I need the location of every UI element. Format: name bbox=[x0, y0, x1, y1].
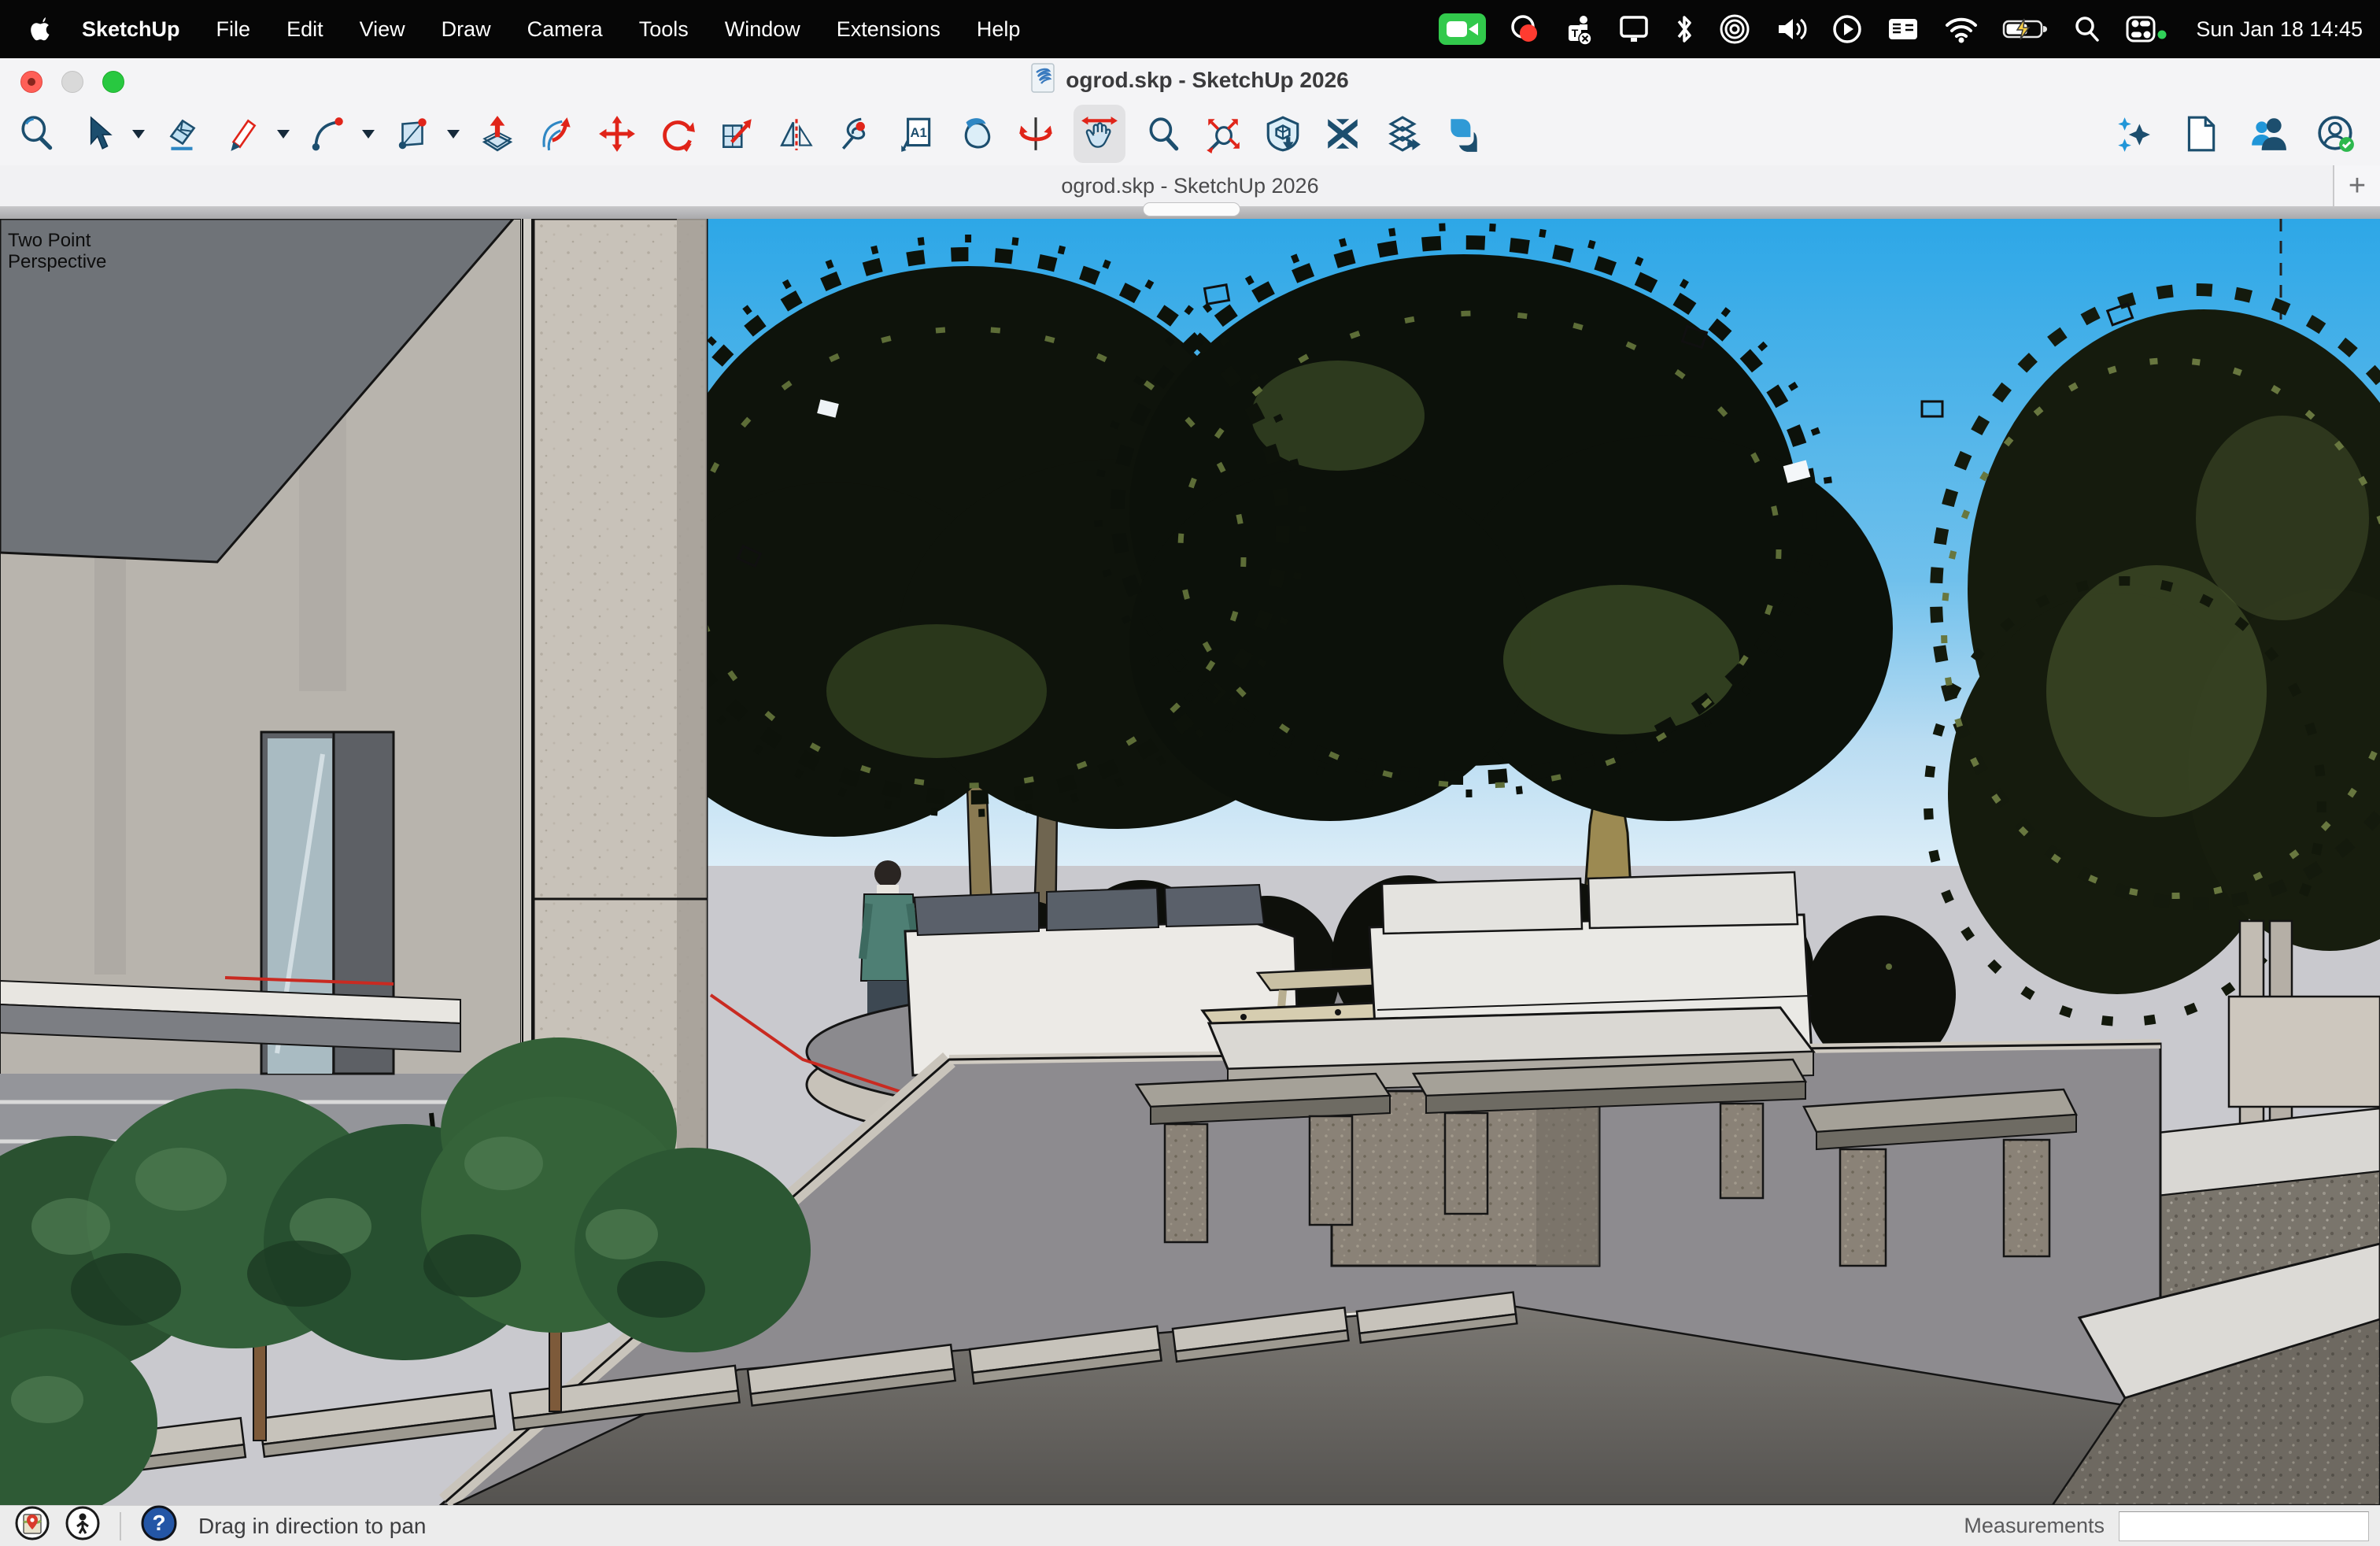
facetime-camera-icon[interactable] bbox=[1438, 11, 1487, 47]
apple-menu-icon[interactable] bbox=[27, 15, 50, 43]
tab-drag-pill[interactable] bbox=[1143, 202, 1240, 216]
close-button[interactable] bbox=[20, 71, 42, 93]
3d-warehouse-tool-icon[interactable] bbox=[1261, 112, 1305, 156]
paint-bucket-tool-icon[interactable] bbox=[954, 112, 998, 156]
flip-tool-icon[interactable] bbox=[774, 112, 819, 156]
svg-text:A1: A1 bbox=[910, 125, 926, 140]
model-scene bbox=[0, 219, 2380, 1505]
menu-item-help[interactable]: Help bbox=[977, 17, 1021, 42]
screen-recording-icon[interactable] bbox=[1508, 11, 1541, 47]
small-tree-trunk bbox=[253, 1337, 266, 1441]
arc-dropdown-caret[interactable] bbox=[357, 112, 379, 156]
eraser-tool-icon[interactable] bbox=[161, 112, 205, 156]
menu-item-view[interactable]: View bbox=[360, 17, 405, 42]
help-icon[interactable]: ? bbox=[140, 1504, 178, 1546]
zoom-tool-icon[interactable] bbox=[1141, 112, 1185, 156]
airdrop-icon[interactable] bbox=[1717, 11, 1752, 47]
volume-icon[interactable] bbox=[1773, 11, 1809, 47]
menu-item-file[interactable]: File bbox=[216, 17, 251, 42]
search-tool-icon[interactable] bbox=[16, 112, 60, 156]
new-tab-button[interactable]: + bbox=[2333, 165, 2380, 206]
chat-tool-icon[interactable] bbox=[1440, 112, 1484, 156]
menu-item-edit[interactable]: Edit bbox=[286, 17, 323, 42]
statusbar-divider bbox=[120, 1512, 121, 1540]
collaborate-icon[interactable] bbox=[2246, 112, 2290, 156]
select-dropdown-caret[interactable] bbox=[128, 112, 150, 156]
window-tabbar: ogrod.skp - SketchUp 2026 + bbox=[0, 165, 2380, 206]
document-tab[interactable]: ogrod.skp - SketchUp 2026 bbox=[1061, 174, 1318, 198]
input-source-icon[interactable]: T bbox=[1562, 11, 1595, 47]
rectangle-dropdown-caret[interactable] bbox=[442, 112, 464, 156]
menu-item-extensions[interactable]: Extensions bbox=[837, 17, 941, 42]
ai-assistant-icon[interactable] bbox=[2111, 112, 2155, 156]
pan-tool-icon[interactable] bbox=[1074, 105, 1125, 163]
tool-hint: Drag in direction to pan bbox=[198, 1514, 427, 1539]
freehand-dropdown-caret[interactable] bbox=[272, 112, 294, 156]
fullscreen-button[interactable] bbox=[102, 71, 124, 93]
menu-item-tools[interactable]: Tools bbox=[639, 17, 689, 42]
tape-measure-tool-icon[interactable] bbox=[834, 112, 878, 156]
statusbar: ? Drag in direction to pan Measurements bbox=[0, 1505, 2380, 1546]
main-toolbar: A1 bbox=[0, 102, 2380, 165]
window-title: ogrod.skp - SketchUp 2026 bbox=[1066, 68, 1348, 93]
svg-text:T: T bbox=[1572, 27, 1579, 39]
control-center-icon[interactable] bbox=[2124, 11, 2170, 47]
share-model-tool-icon[interactable] bbox=[1380, 112, 1425, 156]
window-titlebar: ogrod.skp - SketchUp 2026 bbox=[0, 58, 2380, 102]
move-tool-icon[interactable] bbox=[595, 112, 639, 156]
play-icon[interactable] bbox=[1831, 11, 1864, 47]
minimize-button[interactable] bbox=[61, 71, 83, 93]
scale-tool-icon[interactable] bbox=[715, 112, 759, 156]
rectangle-tool-icon[interactable] bbox=[390, 112, 434, 156]
rotate-tool-icon[interactable] bbox=[655, 112, 699, 156]
bluetooth-icon[interactable] bbox=[1672, 11, 1696, 47]
menu-item-camera[interactable]: Camera bbox=[527, 17, 603, 42]
orbit-tool-icon[interactable] bbox=[1014, 112, 1058, 156]
display-icon[interactable] bbox=[1617, 11, 1651, 47]
credits-icon[interactable] bbox=[65, 1505, 101, 1546]
sketchup-window: SketchUp File Edit View Draw Camera Tool… bbox=[0, 0, 2380, 1546]
menu-item-window[interactable]: Window bbox=[725, 17, 800, 42]
sketchup-file-icon bbox=[1031, 63, 1055, 98]
macos-menubar: SketchUp File Edit View Draw Camera Tool… bbox=[0, 0, 2380, 58]
push-pull-tool-icon[interactable] bbox=[475, 112, 519, 156]
battery-charging-icon[interactable] bbox=[2001, 11, 2050, 47]
keyboard-icon[interactable] bbox=[1885, 11, 1921, 47]
select-tool-icon[interactable] bbox=[76, 112, 120, 156]
model-viewport[interactable]: Two Point Perspective bbox=[0, 219, 2380, 1505]
measurements-label: Measurements bbox=[1964, 1514, 2105, 1538]
wifi-icon[interactable] bbox=[1942, 11, 1980, 47]
arc-tool-icon[interactable] bbox=[305, 112, 349, 156]
measurements-input[interactable] bbox=[2119, 1511, 2369, 1541]
menu-app-name[interactable]: SketchUp bbox=[82, 17, 180, 42]
menubar-clock[interactable]: Sun Jan 18 14:45 bbox=[2196, 17, 2363, 42]
geolocation-icon[interactable] bbox=[14, 1505, 50, 1546]
spotlight-icon[interactable] bbox=[2071, 11, 2103, 47]
svg-text:?: ? bbox=[152, 1511, 165, 1535]
extension-warehouse-tool-icon[interactable] bbox=[1321, 112, 1365, 156]
menu-item-draw[interactable]: Draw bbox=[442, 17, 491, 42]
freehand-tool-icon[interactable] bbox=[220, 112, 264, 156]
follow-me-tool-icon[interactable] bbox=[535, 112, 579, 156]
text-tool-icon[interactable]: A1 bbox=[894, 112, 938, 156]
account-icon[interactable] bbox=[2314, 112, 2358, 156]
new-document-icon[interactable] bbox=[2179, 112, 2223, 156]
zoom-extents-tool-icon[interactable] bbox=[1201, 112, 1245, 156]
camera-mode-label: Two Point Perspective bbox=[8, 230, 173, 272]
